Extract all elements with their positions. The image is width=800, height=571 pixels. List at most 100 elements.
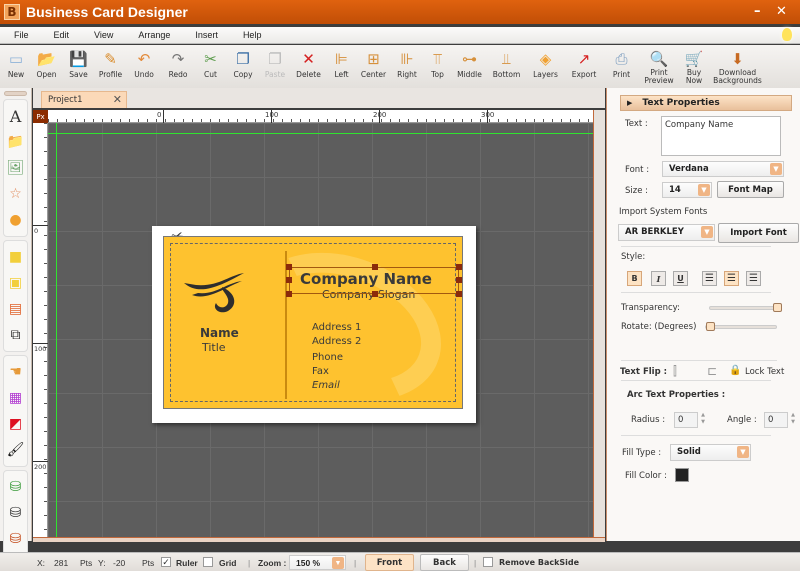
- flip-horizontal-icon[interactable]: ⫿: [673, 364, 677, 379]
- text-tool[interactable]: A: [5, 105, 27, 127]
- card-phone[interactable]: Phone: [312, 352, 343, 363]
- close-tab-icon[interactable]: ✕: [113, 93, 122, 106]
- toolbar-redo-button[interactable]: ↷ Redo: [161, 45, 195, 88]
- toolbar-print-preview-button[interactable]: 🔍 Print Preview: [640, 45, 678, 88]
- shapes-tool[interactable]: ☆: [5, 183, 27, 205]
- zoom-select[interactable]: 150 % ▼: [289, 555, 346, 570]
- brush-tool[interactable]: 🖌: [5, 439, 27, 461]
- resize-handle[interactable]: [286, 264, 292, 270]
- color-tool[interactable]: ▦: [5, 387, 27, 409]
- menu-edit[interactable]: Edit: [40, 30, 81, 40]
- resize-handle[interactable]: [286, 291, 292, 297]
- resize-handle[interactable]: [372, 291, 378, 297]
- rotate-slider[interactable]: [705, 322, 777, 331]
- toolbox-grip[interactable]: [4, 91, 27, 96]
- toolbar-profile-button[interactable]: ✎ Profile: [94, 45, 127, 88]
- resize-handle[interactable]: [456, 291, 462, 297]
- vertical-scrollbar[interactable]: [593, 110, 605, 540]
- toolbar-layers-button[interactable]: ◈ Layers: [526, 45, 565, 88]
- resize-handle[interactable]: [456, 264, 462, 270]
- toolbar-left-button[interactable]: ⊫ Left: [327, 45, 356, 88]
- align-left-text-button[interactable]: ☰: [702, 271, 717, 286]
- template-tool[interactable]: ▤: [5, 298, 27, 320]
- fill-tool[interactable]: ◩: [5, 413, 27, 435]
- italic-button[interactable]: I: [651, 271, 666, 286]
- radius-input[interactable]: 0: [674, 412, 698, 428]
- back-side-button[interactable]: Back: [420, 554, 469, 571]
- toolbar-middle-button[interactable]: ⊶ Middle: [452, 45, 487, 88]
- toolbar-new-button[interactable]: ▭ New: [2, 45, 30, 88]
- clipart-tool[interactable]: ●: [5, 209, 27, 231]
- menu-file[interactable]: File: [0, 30, 40, 40]
- grid-label[interactable]: Grid: [219, 558, 236, 568]
- size-select[interactable]: 14 ▼: [662, 182, 712, 198]
- angle-spinner-arrows[interactable]: ▲ ▼: [789, 412, 797, 428]
- card-address2[interactable]: Address 2: [312, 336, 361, 347]
- grid-checkbox[interactable]: [203, 557, 213, 567]
- business-card[interactable]: Name Title Company Name Company Slogan A…: [163, 236, 463, 409]
- radius-spinner-arrows[interactable]: ▲ ▼: [699, 412, 707, 428]
- toolbar-export-button[interactable]: ↗ Export: [565, 45, 603, 88]
- bold-button[interactable]: B: [627, 271, 642, 286]
- align-center-text-button[interactable]: ☰: [724, 271, 739, 286]
- fill-color-swatch[interactable]: [675, 468, 689, 482]
- horizontal-guide-line[interactable]: [48, 133, 593, 134]
- card-email[interactable]: Email: [312, 380, 340, 391]
- close-window-button[interactable]: ✕: [776, 4, 787, 19]
- toolbar-print-button[interactable]: ⎙ Print: [603, 45, 640, 88]
- delete-database-tool[interactable]: ⛁: [5, 528, 27, 550]
- resize-handle[interactable]: [286, 277, 292, 283]
- ruler-label[interactable]: Ruler: [176, 558, 198, 568]
- remove-backside-label[interactable]: Remove BackSide: [499, 558, 579, 567]
- font-select[interactable]: Verdana ▼: [662, 161, 784, 177]
- toolbar-buy-now-button[interactable]: 🛒 Buy Now: [678, 45, 710, 88]
- transparency-slider[interactable]: [709, 303, 782, 312]
- front-side-button[interactable]: Front: [365, 554, 414, 571]
- import-font-button[interactable]: Import Font: [718, 223, 799, 243]
- selection-box[interactable]: [286, 264, 462, 297]
- remove-backside-checkbox[interactable]: [483, 557, 493, 567]
- lock-icon[interactable]: 🔒: [729, 365, 741, 376]
- group-tool[interactable]: ⧉: [5, 324, 27, 346]
- toolbar-paste-button[interactable]: ❐ Paste: [260, 45, 290, 88]
- resize-handle[interactable]: [456, 277, 462, 283]
- angle-input[interactable]: 0: [764, 412, 788, 428]
- card-fax[interactable]: Fax: [312, 366, 329, 377]
- toolbar-cut-button[interactable]: ✂ Cut: [195, 45, 226, 88]
- import-font-select[interactable]: AR BERKLEY ▼: [618, 224, 715, 241]
- toolbar-top-button[interactable]: ⫪ Top: [423, 45, 452, 88]
- menu-insert[interactable]: Insert: [181, 30, 229, 40]
- ruler-unit-badge[interactable]: Px: [33, 110, 48, 123]
- fill-type-select[interactable]: Solid ▼: [670, 444, 751, 461]
- lightbulb-icon[interactable]: [782, 28, 792, 41]
- text-input[interactable]: Company Name: [661, 116, 781, 156]
- toolbar-bottom-button[interactable]: ⫫ Bottom: [487, 45, 526, 88]
- company-logo-icon[interactable]: [182, 265, 248, 315]
- resize-handle[interactable]: [372, 264, 378, 270]
- underline-button[interactable]: U: [673, 271, 688, 286]
- send-back-tool[interactable]: ▣: [5, 272, 27, 294]
- toolbar-save-button[interactable]: 💾 Save: [63, 45, 94, 88]
- menu-help[interactable]: Help: [229, 30, 273, 40]
- ruler-checkbox[interactable]: ✓: [161, 557, 171, 567]
- open-image-tool[interactable]: 📁: [5, 131, 27, 153]
- toolbar-delete-button[interactable]: ✕ Delete: [290, 45, 327, 88]
- card-address1[interactable]: Address 1: [312, 322, 361, 333]
- rotate-slider-thumb[interactable]: [706, 322, 715, 331]
- toolbar-center-button[interactable]: ⊞ Center: [356, 45, 391, 88]
- transparency-slider-thumb[interactable]: [773, 303, 782, 312]
- text-properties-header[interactable]: ▶ Text Properties: [620, 95, 792, 111]
- lock-text-label[interactable]: Lock Text: [745, 367, 784, 377]
- vertical-guide-line[interactable]: [56, 123, 57, 537]
- tab-project1[interactable]: Project1 ✕: [41, 91, 127, 108]
- hand-tool[interactable]: ☚: [5, 361, 27, 383]
- menu-arrange[interactable]: Arrange: [124, 30, 181, 40]
- toolbar-open-button[interactable]: 📂 Open: [30, 45, 63, 88]
- card-title[interactable]: Title: [202, 341, 226, 354]
- toolbar-undo-button[interactable]: ↶ Undo: [127, 45, 161, 88]
- card-name[interactable]: Name: [200, 326, 239, 340]
- database-info-tool[interactable]: ⛁: [5, 502, 27, 524]
- minimize-button[interactable]: –: [754, 4, 761, 19]
- insert-picture-tool[interactable]: 🖼: [5, 157, 27, 179]
- bring-front-tool[interactable]: ■: [5, 246, 27, 268]
